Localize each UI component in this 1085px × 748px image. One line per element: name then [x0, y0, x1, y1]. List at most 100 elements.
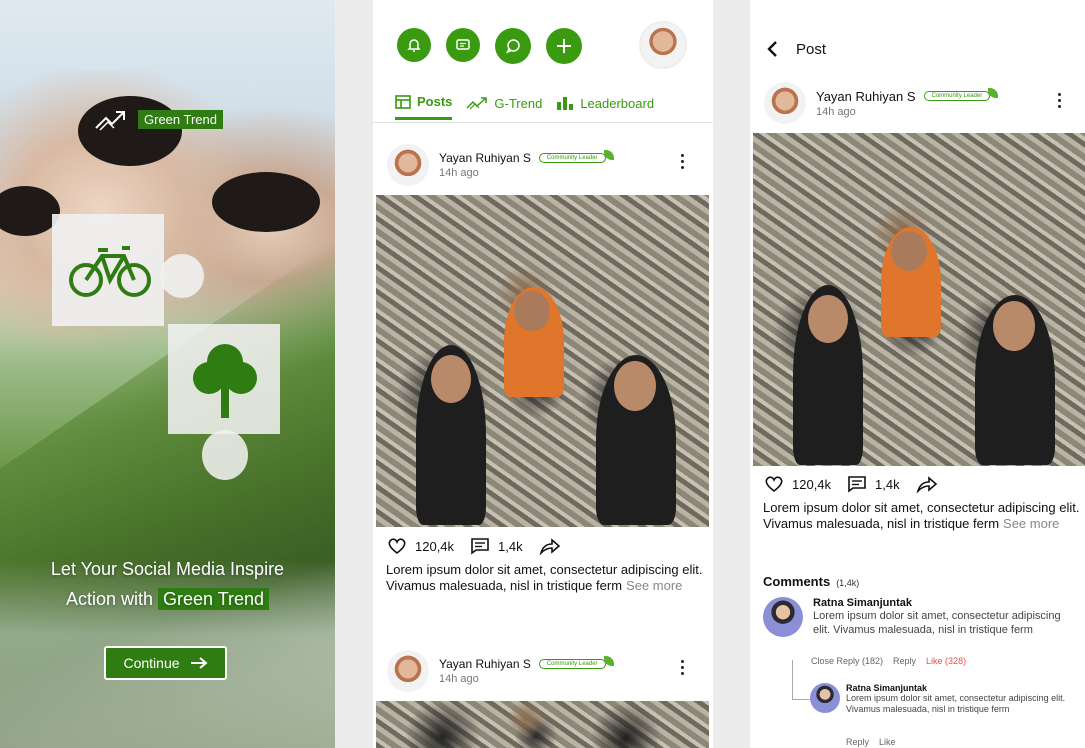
- bicycle-icon: [69, 246, 151, 297]
- post-actions: 120,4k 1,4k: [387, 537, 561, 555]
- post-meta: Yayan Ruhiyan S Community Leader 14h ago: [439, 150, 614, 179]
- like-count: 120,4k: [792, 476, 832, 492]
- post-meta: Yayan Ruhiyan S Community Leader 14h ago: [816, 88, 999, 118]
- avatar[interactable]: [810, 683, 840, 713]
- author-name[interactable]: Yayan Ruhiyan S: [816, 89, 916, 104]
- reply-item: Ratna Simanjuntak Lorem ipsum dolor sit …: [810, 683, 1076, 715]
- reply-link[interactable]: Reply: [893, 656, 916, 666]
- post-time: 14h ago: [439, 673, 479, 685]
- bell-icon: [407, 39, 421, 52]
- post-header: Yayan Ruhiyan S Community Leader 14h ago: [387, 650, 614, 692]
- heart-icon[interactable]: [764, 475, 784, 493]
- arrow-right-icon: [190, 657, 208, 669]
- headline-highlight: Green Trend: [158, 588, 270, 610]
- headline-line-2: Action with Green Trend: [0, 584, 335, 614]
- posts-icon: [395, 94, 411, 109]
- comment-icon[interactable]: [470, 537, 490, 555]
- like-link[interactable]: Like: [879, 737, 896, 747]
- top-action-bar: [397, 28, 582, 64]
- post-author: Yayan Ruhiyan S Community Leader: [439, 656, 614, 671]
- tabs-divider: [373, 122, 713, 123]
- headline-prefix: Action with: [65, 589, 153, 609]
- like-link[interactable]: Like (328): [926, 656, 966, 666]
- commenter-name[interactable]: Ratna Simanjuntak: [813, 597, 1078, 609]
- trend-icon: [95, 111, 125, 131]
- comments-heading: Comments (1,4k): [763, 574, 859, 589]
- reply-body: Ratna Simanjuntak Lorem ipsum dolor sit …: [846, 683, 1076, 715]
- continue-button[interactable]: Continue: [104, 646, 227, 680]
- chat-icon: [505, 39, 520, 54]
- commenter-name[interactable]: Ratna Simanjuntak: [846, 683, 1076, 693]
- post-time: 14h ago: [439, 167, 479, 179]
- avatar[interactable]: [387, 144, 429, 186]
- reply-actions: Reply Like: [846, 737, 896, 747]
- leaderboard-icon: [557, 97, 574, 110]
- back-icon[interactable]: [766, 40, 778, 58]
- community-leader-badge: Community Leader: [923, 88, 999, 101]
- chat-button[interactable]: [495, 28, 531, 64]
- reply-thread-line: [792, 660, 812, 700]
- message-icon: [456, 39, 470, 50]
- post-header: Yayan Ruhiyan S Community Leader 14h ago: [764, 82, 999, 124]
- reply-link[interactable]: Reply: [846, 737, 869, 747]
- reply-text: Lorem ipsum dolor sit amet, consectetur …: [846, 693, 1066, 714]
- more-options-icon[interactable]: [1058, 93, 1062, 108]
- post-detail-header: Post: [766, 40, 826, 58]
- comment-body: Ratna Simanjuntak Lorem ipsum dolor sit …: [813, 597, 1078, 637]
- post-caption: Lorem ipsum dolor sit amet, consectetur …: [386, 562, 706, 594]
- feed-screen: Posts G-Trend Leaderboard Yayan Ruhiyan …: [373, 0, 713, 748]
- see-more-link[interactable]: See more: [1003, 516, 1059, 531]
- post-image[interactable]: [753, 133, 1085, 466]
- trend-icon: [466, 97, 488, 110]
- post-image[interactable]: [376, 701, 709, 748]
- avatar[interactable]: [763, 597, 803, 637]
- more-options-icon[interactable]: [681, 154, 685, 169]
- author-name[interactable]: Yayan Ruhiyan S: [439, 657, 531, 671]
- post-author: Yayan Ruhiyan S Community Leader: [816, 88, 999, 104]
- feed-tabs: Posts G-Trend Leaderboard: [395, 94, 654, 120]
- share-icon[interactable]: [916, 475, 938, 493]
- avatar[interactable]: [764, 82, 806, 124]
- comment-icon[interactable]: [847, 475, 867, 493]
- post-actions: 120,4k 1,4k: [764, 475, 938, 493]
- tab-posts[interactable]: Posts: [395, 94, 453, 120]
- tree-icon: [193, 344, 257, 418]
- puzzle-piece: [168, 324, 280, 480]
- comment-text: Lorem ipsum dolor sit amet, consectetur …: [813, 610, 1061, 636]
- close-reply-link[interactable]: Close Reply (182): [811, 656, 883, 666]
- tab-g-trend[interactable]: G-Trend: [466, 94, 542, 120]
- share-icon[interactable]: [539, 537, 561, 555]
- headline-line-1: Let Your Social Media Inspire: [50, 559, 285, 579]
- post-image[interactable]: [376, 195, 709, 527]
- tab-g-trend-label: G-Trend: [494, 95, 543, 111]
- comment-count: 1,4k: [875, 476, 900, 492]
- puzzle-piece: [52, 214, 204, 326]
- continue-label: Continue: [123, 655, 180, 671]
- tab-leaderboard[interactable]: Leaderboard: [556, 94, 654, 120]
- plus-icon: [557, 39, 571, 53]
- brand-badge: Green Trend: [138, 110, 223, 129]
- post-meta: Yayan Ruhiyan S Community Leader 14h ago: [439, 656, 614, 685]
- post-caption: Lorem ipsum dolor sit amet, consectetur …: [763, 500, 1081, 532]
- onboarding-headline: Let Your Social Media Inspire Action wit…: [0, 554, 335, 614]
- comment-item: Ratna Simanjuntak Lorem ipsum dolor sit …: [763, 597, 1078, 637]
- messages-button[interactable]: [446, 28, 480, 62]
- post-author: Yayan Ruhiyan S Community Leader: [439, 150, 614, 165]
- heart-icon[interactable]: [387, 537, 407, 555]
- post-header: Yayan Ruhiyan S Community Leader 14h ago: [387, 144, 614, 186]
- comment-actions: Close Reply (182) Reply Like (328): [811, 656, 966, 666]
- tab-leaderboard-label: Leaderboard: [580, 95, 655, 111]
- like-count: 120,4k: [415, 538, 455, 554]
- notifications-button[interactable]: [397, 28, 431, 62]
- author-name[interactable]: Yayan Ruhiyan S: [439, 151, 531, 165]
- profile-avatar[interactable]: [639, 21, 687, 69]
- see-more-link[interactable]: See more: [626, 578, 682, 593]
- more-options-icon[interactable]: [681, 660, 685, 675]
- create-post-button[interactable]: [546, 28, 582, 64]
- hero-photo-detail: [212, 172, 320, 232]
- community-leader-badge: Community Leader: [538, 656, 614, 669]
- comments-title: Comments: [763, 574, 831, 589]
- avatar[interactable]: [387, 650, 429, 692]
- comments-count: (1,4k): [836, 578, 860, 588]
- community-leader-badge: Community Leader: [538, 150, 614, 163]
